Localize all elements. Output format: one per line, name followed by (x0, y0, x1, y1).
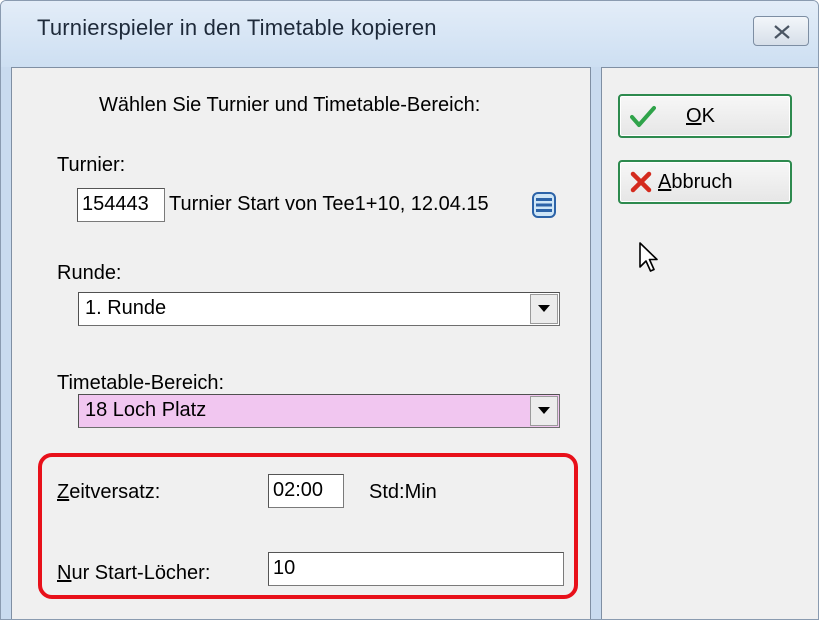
chevron-down-icon (538, 407, 550, 414)
instruction-text: Wählen Sie Turnier und Timetable-Bereich… (99, 94, 481, 116)
turnier-label: Turnier: (57, 154, 126, 176)
cancel-button[interactable]: Abbruch (618, 160, 792, 204)
runde-label: Runde: (57, 262, 122, 284)
dialog-window: Turnierspieler in den Timetable kopieren… (0, 0, 819, 620)
chevron-down-icon (538, 305, 550, 312)
turnier-id-input[interactable]: 154443 (77, 188, 165, 222)
close-button[interactable] (753, 16, 809, 46)
runde-dropdown-button[interactable] (530, 294, 558, 324)
title-bar: Turnierspieler in den Timetable kopieren (1, 1, 818, 67)
button-panel: OK Abbruch (601, 67, 818, 619)
runde-select[interactable]: 1. Runde (78, 292, 560, 326)
timetable-select[interactable]: 18 Loch Platz (78, 394, 560, 428)
timetable-label: Timetable-Bereich: (57, 372, 225, 394)
x-icon (630, 171, 652, 193)
ok-button[interactable]: OK (618, 94, 792, 138)
mouse-pointer-icon (639, 242, 658, 272)
timetable-value: 18 Loch Platz (85, 399, 207, 421)
window-title: Turnierspieler in den Timetable kopieren (37, 15, 437, 40)
runde-value: 1. Runde (85, 297, 167, 319)
timetable-dropdown-button[interactable] (530, 396, 558, 426)
close-icon (774, 25, 790, 39)
annotation-highlight-box (38, 453, 578, 599)
list-lookup-icon[interactable] (532, 192, 556, 218)
cancel-button-label: Abbruch (658, 171, 733, 193)
ok-button-label: OK (686, 105, 715, 127)
turnier-description: Turnier Start von Tee1+10, 12.04.15 (169, 193, 489, 215)
checkmark-icon (630, 106, 656, 127)
